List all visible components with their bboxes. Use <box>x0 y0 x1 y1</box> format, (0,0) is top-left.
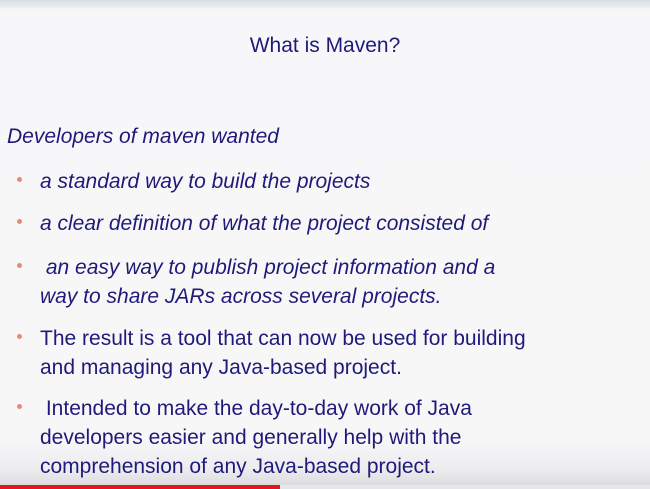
bullet-dot-icon <box>17 177 22 182</box>
bullet-text: a standard way to build the projects <box>40 170 371 193</box>
slide: What is Maven? Developers of maven wante… <box>0 0 650 489</box>
bullet-dot-icon <box>17 404 22 409</box>
bullet-dot-icon <box>17 219 22 224</box>
video-progress-fill <box>0 485 280 489</box>
bullet-text: a clear definition of what the project c… <box>40 212 489 235</box>
bullet-dot-icon <box>17 334 22 339</box>
video-progress-bar[interactable] <box>0 485 650 489</box>
bullet-dot-icon <box>17 263 22 268</box>
bullet-text: Intended to make the day-to-day work of … <box>40 397 472 478</box>
slide-intro: Developers of maven wanted <box>7 125 279 148</box>
bullet-text: The result is a tool that can now be use… <box>40 327 526 379</box>
bullet-text: an easy way to publish project informati… <box>40 256 496 308</box>
top-strip <box>0 0 650 8</box>
slide-title: What is Maven? <box>249 34 401 57</box>
